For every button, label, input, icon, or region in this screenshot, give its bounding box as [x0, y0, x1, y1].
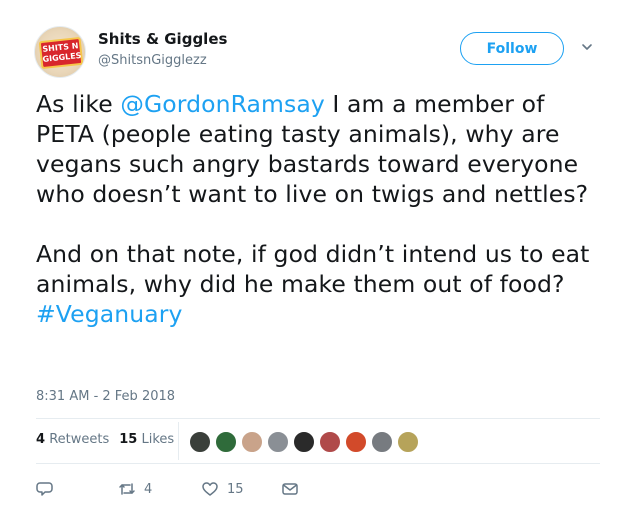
tweet-actions: 4 15: [36, 480, 336, 500]
retweet-count: 4: [144, 481, 153, 497]
reply-button[interactable]: [36, 480, 62, 498]
divider: [36, 463, 600, 464]
tweet-text-body: I am a member of PETA (people eating tas…: [36, 90, 590, 298]
liker-avatar[interactable]: [189, 431, 211, 453]
liker-avatar[interactable]: [293, 431, 315, 453]
like-count: 15: [227, 481, 244, 497]
likes-count: 15: [119, 432, 138, 447]
tweet-text: As like @GordonRamsay I am a member of P…: [36, 89, 606, 329]
message-button[interactable]: [281, 480, 299, 498]
retweet-icon: [119, 483, 135, 495]
liker-avatar[interactable]: [215, 431, 237, 453]
liker-avatar[interactable]: [241, 431, 263, 453]
divider: [36, 418, 600, 419]
display-name[interactable]: Shits & Giggles: [98, 30, 227, 48]
retweet-button[interactable]: 4: [118, 480, 152, 498]
avatar-logo: SHITS N GIGGLES: [38, 36, 84, 70]
reply-icon: [36, 482, 53, 496]
hashtag-link[interactable]: #Veganuary: [36, 300, 182, 328]
engagement-stats: 4 Retweets 15 Likes: [36, 432, 184, 447]
mention-link[interactable]: @GordonRamsay: [120, 90, 324, 118]
envelope-icon: [282, 483, 298, 495]
retweets-label: Retweets: [49, 432, 110, 447]
likes-stat[interactable]: 15 Likes: [119, 432, 174, 447]
chevron-down-icon[interactable]: [580, 40, 594, 54]
liker-avatar[interactable]: [345, 431, 367, 453]
stats-separator: [178, 422, 179, 460]
liker-avatar[interactable]: [397, 431, 419, 453]
tweet-text-prefix: As like: [36, 90, 121, 118]
liker-avatar[interactable]: [267, 431, 289, 453]
liker-avatar[interactable]: [319, 431, 341, 453]
like-button[interactable]: 15: [201, 480, 244, 498]
follow-button[interactable]: Follow: [460, 32, 564, 65]
user-handle[interactable]: @ShitsnGigglezz: [98, 53, 207, 68]
avatar[interactable]: SHITS N GIGGLES: [34, 26, 86, 78]
timestamp[interactable]: 8:31 AM - 2 Feb 2018: [36, 389, 175, 404]
liker-avatars: [189, 431, 423, 453]
retweets-stat[interactable]: 4 Retweets: [36, 432, 109, 447]
heart-icon: [202, 482, 218, 496]
liker-avatar[interactable]: [371, 431, 393, 453]
likes-label: Likes: [141, 432, 175, 447]
retweets-count: 4: [36, 432, 46, 447]
